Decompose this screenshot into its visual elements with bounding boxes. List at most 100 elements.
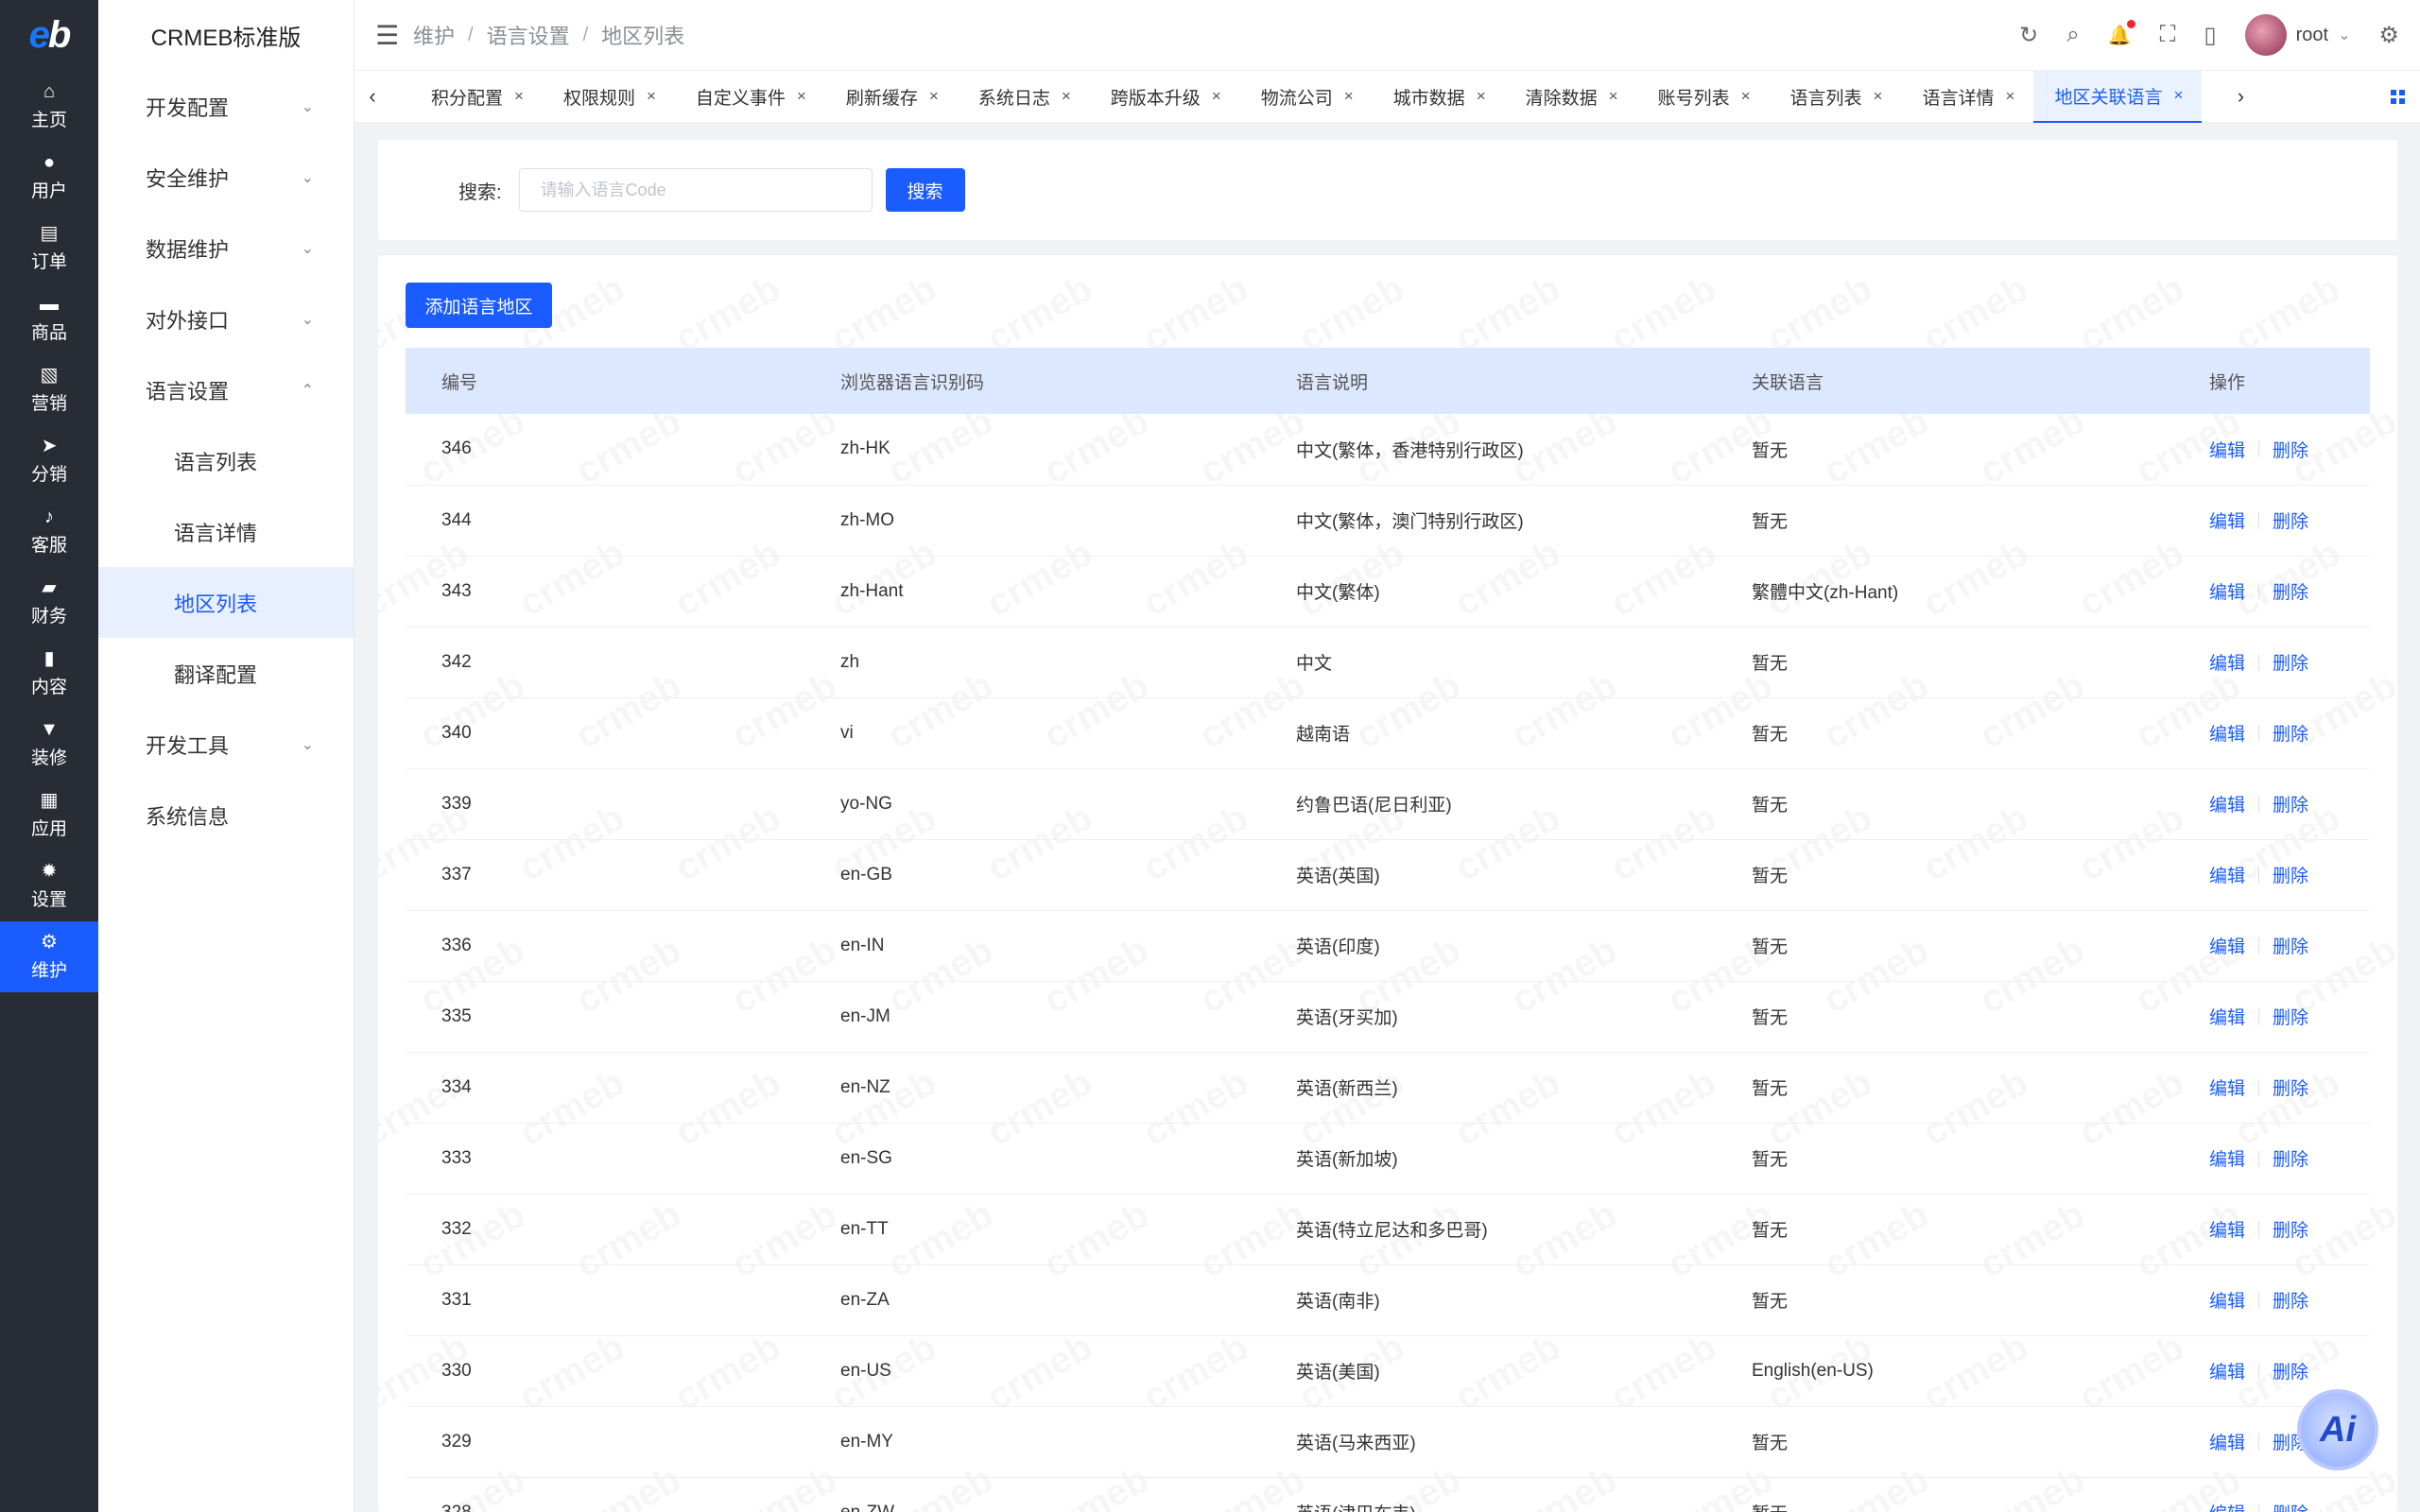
edit-link[interactable]: 编辑 — [2209, 1145, 2245, 1171]
submenu-group[interactable]: 开发工具 ⌄ — [98, 709, 354, 780]
close-icon[interactable]: × — [1874, 87, 1883, 106]
rail-item-distribution[interactable]: ➤ 分销 — [0, 425, 98, 496]
tab-item[interactable]: 积分配置 × — [410, 71, 543, 123]
edit-link[interactable]: 编辑 — [2209, 649, 2245, 675]
rail-item-service[interactable]: ♪ 客服 — [0, 496, 98, 567]
submenu-group[interactable]: 安全维护 ⌄ — [98, 142, 354, 213]
edit-link[interactable]: 编辑 — [2209, 1429, 2245, 1454]
app-logo[interactable]: eb — [0, 0, 98, 71]
delete-link[interactable]: 删除 — [2273, 1500, 2308, 1512]
edit-link[interactable]: 编辑 — [2209, 1358, 2245, 1383]
rail-item-marketing[interactable]: ▧ 营销 — [0, 354, 98, 425]
delete-link[interactable]: 删除 — [2273, 507, 2308, 533]
submenu-item[interactable]: 翻译配置 — [98, 638, 354, 709]
submenu-group[interactable]: 对外接口 ⌄ — [98, 284, 354, 354]
close-icon[interactable]: × — [1344, 87, 1354, 106]
delete-link[interactable]: 删除 — [2273, 1074, 2308, 1100]
rail-item-order[interactable]: ▤ 订单 — [0, 213, 98, 284]
close-icon[interactable]: × — [1212, 87, 1221, 106]
close-icon[interactable]: × — [1741, 87, 1751, 106]
delete-link[interactable]: 删除 — [2273, 933, 2308, 958]
close-icon[interactable]: × — [929, 87, 939, 106]
delete-link[interactable]: 删除 — [2273, 1358, 2308, 1383]
tab-item[interactable]: 刷新缓存 × — [825, 71, 958, 123]
search-icon[interactable]: ⌕ — [2066, 22, 2079, 48]
close-icon[interactable]: × — [2173, 86, 2183, 105]
delete-link[interactable]: 删除 — [2273, 437, 2308, 462]
rail-item-home[interactable]: ⌂ 主页 — [0, 71, 98, 142]
submenu-item[interactable]: 语言列表 — [98, 425, 354, 496]
delete-link[interactable]: 删除 — [2273, 1004, 2308, 1029]
edit-link[interactable]: 编辑 — [2209, 1004, 2245, 1029]
rail-item-user[interactable]: ● 用户 — [0, 142, 98, 213]
delete-link[interactable]: 删除 — [2273, 791, 2308, 816]
ai-assistant-button[interactable]: Ai — [2297, 1389, 2378, 1470]
close-icon[interactable]: × — [797, 87, 806, 106]
delete-link[interactable]: 删除 — [2273, 862, 2308, 887]
edit-link[interactable]: 编辑 — [2209, 720, 2245, 746]
rail-item-decorate[interactable]: ▼ 装修 — [0, 709, 98, 780]
edit-link[interactable]: 编辑 — [2209, 1074, 2245, 1100]
rail-item-settings[interactable]: ✹ 设置 — [0, 850, 98, 921]
rail-item-content[interactable]: ▮ 内容 — [0, 638, 98, 709]
tab-item[interactable]: 跨版本升级 × — [1090, 71, 1240, 123]
tab-next-icon[interactable]: › — [2226, 84, 2255, 109]
submenu-item[interactable]: 地区列表 — [98, 567, 354, 638]
close-icon[interactable]: × — [2006, 87, 2015, 106]
delete-link[interactable]: 删除 — [2273, 1216, 2308, 1242]
edit-link[interactable]: 编辑 — [2209, 933, 2245, 958]
fullscreen-icon[interactable]: ⛶ — [2160, 22, 2176, 48]
delete-link[interactable]: 删除 — [2273, 649, 2308, 675]
delete-link[interactable]: 删除 — [2273, 578, 2308, 604]
tab-item[interactable]: 系统日志 × — [958, 71, 1090, 123]
submenu-group[interactable]: 系统信息 — [98, 780, 354, 850]
tab-item[interactable]: 账号列表 × — [1637, 71, 1770, 123]
tab-menu-grid-icon[interactable] — [2391, 89, 2405, 104]
rail-item-maintain[interactable]: ⚙ 维护 — [0, 921, 98, 992]
rail-item-app[interactable]: ▦ 应用 — [0, 780, 98, 850]
tab-item[interactable]: 权限规则 × — [543, 71, 675, 123]
menu-toggle-icon[interactable]: ☰ — [375, 20, 413, 51]
delete-link[interactable]: 删除 — [2273, 1145, 2308, 1171]
breadcrumb-item[interactable]: 语言设置 — [487, 20, 570, 50]
gear-icon[interactable]: ⚙ — [2378, 22, 2399, 49]
search-input[interactable] — [518, 168, 873, 212]
add-region-button[interactable]: 添加语言地区 — [406, 283, 552, 328]
close-icon[interactable]: × — [1062, 87, 1071, 106]
edit-link[interactable]: 编辑 — [2209, 578, 2245, 604]
close-icon[interactable]: × — [647, 87, 656, 106]
edit-link[interactable]: 编辑 — [2209, 1500, 2245, 1512]
tab-item[interactable]: 清除数据 × — [1505, 71, 1637, 123]
rail-item-finance[interactable]: ▰ 财务 — [0, 567, 98, 638]
submenu-group[interactable]: 数据维护 ⌄ — [98, 213, 354, 284]
breadcrumb-item[interactable]: 维护 — [413, 20, 455, 50]
tab-item[interactable]: 城市数据 × — [1373, 71, 1505, 123]
edit-link[interactable]: 编辑 — [2209, 791, 2245, 816]
edit-link[interactable]: 编辑 — [2209, 437, 2245, 462]
rail-item-product[interactable]: ▬ 商品 — [0, 284, 98, 354]
submenu-group[interactable]: 语言设置 ⌃ — [98, 354, 354, 425]
tab-item[interactable]: 语言列表 × — [1770, 71, 1902, 123]
edit-link[interactable]: 编辑 — [2209, 1287, 2245, 1313]
user-menu[interactable]: root ⌄ — [2244, 14, 2350, 56]
submenu-group[interactable]: 开发配置 ⌄ — [98, 71, 354, 142]
tab-item[interactable]: 自定义事件 × — [675, 71, 825, 123]
home-icon: ⌂ — [43, 81, 56, 102]
close-icon[interactable]: × — [1609, 87, 1618, 106]
edit-link[interactable]: 编辑 — [2209, 1216, 2245, 1242]
tab-item[interactable]: 语言详情 × — [1901, 71, 2033, 123]
tab-prev-icon[interactable]: ‹ — [358, 84, 387, 109]
bell-icon[interactable]: 🔔 — [2108, 19, 2135, 47]
submenu-item[interactable]: 语言详情 — [98, 496, 354, 567]
delete-link[interactable]: 删除 — [2273, 720, 2308, 746]
close-icon[interactable]: × — [1477, 87, 1486, 106]
book-icon[interactable]: ▯ — [2204, 22, 2216, 49]
delete-link[interactable]: 删除 — [2273, 1287, 2308, 1313]
tab-item[interactable]: 物流公司 × — [1240, 71, 1373, 123]
tab-item[interactable]: 地区关联语言 × — [2033, 70, 2203, 123]
search-button[interactable]: 搜索 — [885, 168, 965, 212]
edit-link[interactable]: 编辑 — [2209, 862, 2245, 887]
close-icon[interactable]: × — [514, 87, 524, 106]
edit-link[interactable]: 编辑 — [2209, 507, 2245, 533]
refresh-icon[interactable]: ↻ — [2019, 22, 2038, 49]
